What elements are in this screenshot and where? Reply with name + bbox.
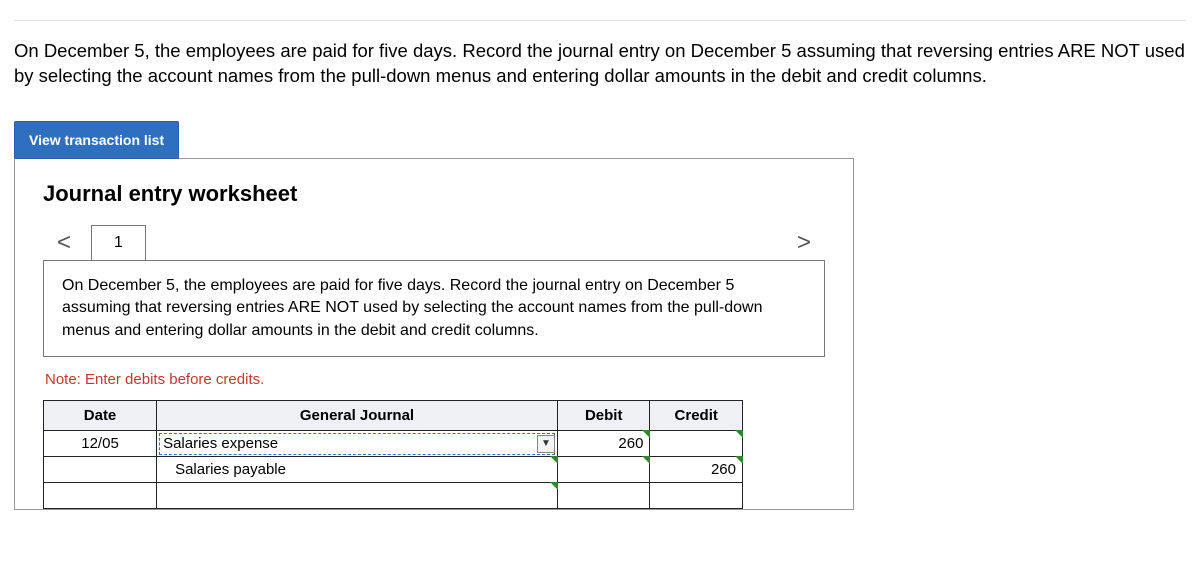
table-row [44,483,743,509]
account-value: Salaries payable [175,461,286,478]
note-text: Note: Enter debits before credits. [43,357,825,400]
tab-1[interactable]: 1 [91,225,146,260]
journal-panel: Journal entry worksheet < 1 > On Decembe… [14,158,854,510]
corner-tick-icon [735,430,743,438]
intro-text: On December 5, the employees are paid fo… [14,39,1186,89]
table-row: 12/05 Salaries expense ▼ 260 [44,431,743,457]
header-date: Date [44,401,157,431]
date-cell[interactable]: 12/05 [44,431,157,457]
corner-tick-icon [735,456,743,464]
debit-cell[interactable] [557,483,650,509]
instruction-box: On December 5, the employees are paid fo… [43,260,825,357]
debit-cell[interactable]: 260 [557,431,650,457]
debit-cell[interactable] [557,457,650,483]
credit-cell[interactable] [650,483,743,509]
panel-title: Journal entry worksheet [43,181,825,207]
tab-row: < 1 > [43,225,825,261]
account-value: Salaries expense [163,435,278,452]
debit-value: 260 [618,435,643,452]
view-transaction-list-button[interactable]: View transaction list [14,121,179,159]
table-row: Salaries payable 260 [44,457,743,483]
account-dropdown[interactable]: Salaries expense ▼ [157,431,558,457]
journal-table: Date General Journal Debit Credit 12/05 … [43,400,743,509]
credit-cell[interactable] [650,431,743,457]
header-debit: Debit [557,401,650,431]
account-dropdown[interactable] [157,483,558,509]
dropdown-arrow-icon[interactable]: ▼ [537,435,555,453]
credit-cell[interactable]: 260 [650,457,743,483]
chevron-right-icon[interactable]: > [783,225,825,261]
date-cell[interactable] [44,457,157,483]
account-dropdown[interactable]: Salaries payable [157,457,558,483]
header-general-journal: General Journal [157,401,558,431]
header-credit: Credit [650,401,743,431]
chevron-left-icon[interactable]: < [43,225,85,261]
credit-value: 260 [711,461,736,478]
date-cell[interactable] [44,483,157,509]
